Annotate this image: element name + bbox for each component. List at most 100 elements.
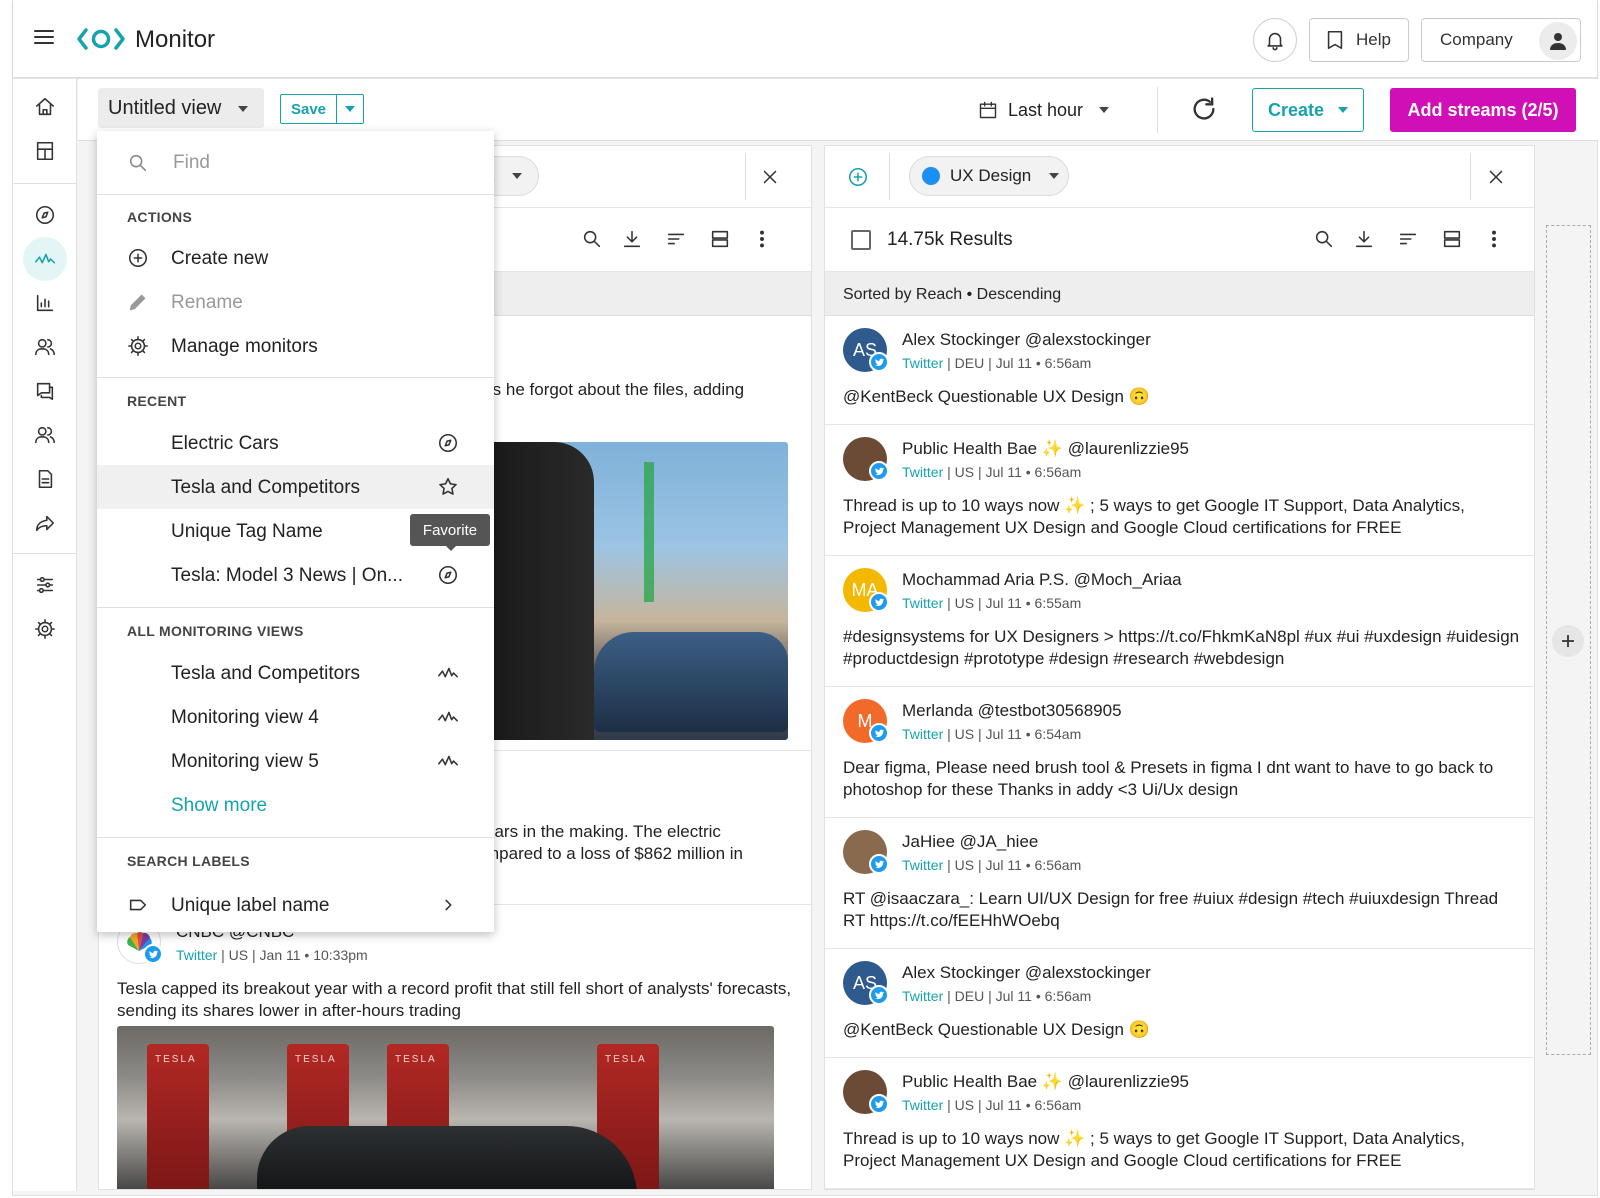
nav-settings[interactable]	[23, 607, 67, 651]
post-text-fragment: ears in the making. The electric mpared t…	[485, 822, 743, 863]
chevron-down-icon	[1338, 107, 1349, 113]
nav-filters[interactable]	[23, 563, 67, 607]
gear-icon	[35, 619, 55, 639]
monitor-wave-icon	[438, 711, 458, 722]
download-button[interactable]	[621, 228, 643, 250]
menu-item-create-new[interactable]: Create new	[97, 236, 494, 280]
close-column-button[interactable]	[759, 166, 781, 188]
nav-monitor[interactable]	[23, 237, 67, 281]
time-range-dropdown[interactable]: Last hour	[978, 95, 1110, 125]
download-icon	[623, 230, 641, 248]
more-options-button[interactable]	[1483, 228, 1505, 250]
monitor-wave-icon	[35, 253, 55, 264]
close-column-button[interactable]	[1485, 166, 1507, 188]
refresh-button[interactable]	[1190, 95, 1218, 123]
post-card[interactable]: AS Alex Stockinger @alexstockinger Twitter…	[825, 316, 1534, 425]
results-count: 14.75k Results	[887, 229, 1013, 250]
add-streams-button[interactable]: Add streams (2/5)	[1390, 88, 1576, 132]
find-input[interactable]: Find	[97, 131, 494, 195]
sort-button[interactable]	[1397, 228, 1419, 250]
post-image	[494, 442, 788, 740]
monitor-logo-icon	[77, 26, 125, 52]
nav-engage[interactable]	[23, 369, 67, 413]
plus-circle-icon	[128, 248, 148, 268]
section-header-recent: RECENT	[127, 393, 187, 409]
add-column-button[interactable]	[1552, 625, 1584, 657]
company-menu-button[interactable]: Company	[1421, 18, 1581, 62]
nav-analytics[interactable]	[23, 281, 67, 325]
layout-button[interactable]	[1441, 228, 1463, 250]
section-header-actions: ACTIONS	[127, 209, 193, 225]
close-icon	[1489, 170, 1503, 184]
more-options-button[interactable]	[751, 228, 773, 250]
menu-item-manage-monitors[interactable]: Manage monitors	[97, 324, 494, 368]
layout-rows-icon	[1443, 230, 1461, 248]
time-range-label: Last hour	[1008, 99, 1084, 120]
sort-icon	[667, 233, 685, 245]
app-name: Monitor	[135, 26, 216, 53]
refresh-icon	[1193, 97, 1215, 120]
menu-item-label: Tesla and Competitors	[171, 477, 361, 498]
nav-dashboards[interactable]	[23, 129, 67, 173]
nav-publish[interactable]	[23, 501, 67, 545]
post-meta: Twitter | US | Jul 11 • 6:56am	[902, 464, 1082, 480]
hamburger-menu-icon[interactable]	[33, 28, 55, 46]
find-placeholder: Find	[173, 151, 210, 173]
menu-item-recent[interactable]: Electric Cars	[97, 421, 494, 465]
search-button[interactable]	[581, 228, 603, 250]
tag-color-dot	[922, 167, 940, 185]
layout-button[interactable]	[709, 228, 731, 250]
menu-item-rename[interactable]: Rename	[97, 280, 494, 324]
nav-audience[interactable]	[23, 325, 67, 369]
view-title: Untitled view	[108, 96, 222, 119]
nav-reports[interactable]	[23, 457, 67, 501]
compass-icon	[438, 565, 458, 585]
post-card[interactable]: JaHiee @JA_hiee Twitter | US | Jul 11 • 6…	[825, 818, 1534, 949]
sort-button[interactable]	[665, 228, 687, 250]
menu-item-recent[interactable]: Tesla and Competitors	[97, 465, 494, 509]
show-more-link[interactable]: Show more	[171, 795, 267, 817]
left-nav	[13, 79, 77, 1191]
nav-explore[interactable]	[23, 193, 67, 237]
post-author: Merlanda @testbot30568905	[902, 701, 1122, 720]
post-text: Thread is up to 10 ways now ✨ ; 5 ways t…	[843, 1129, 1465, 1170]
menu-item-recent[interactable]: Tesla: Model 3 News | On...	[97, 553, 494, 597]
column-tag-pill[interactable]: UX Design	[909, 156, 1069, 196]
menu-item-monitoring-view[interactable]: Tesla and Competitors	[97, 651, 494, 695]
compass-icon	[438, 433, 458, 453]
star-icon[interactable]	[437, 476, 459, 498]
stream-column-2: UX Design 14.75k Results Sorted by Reach…	[824, 145, 1535, 1190]
save-options-button[interactable]	[337, 95, 363, 123]
menu-item-label: Create new	[171, 248, 269, 269]
view-title-dropdown[interactable]: Untitled view	[98, 88, 264, 128]
create-button[interactable]: Create	[1252, 88, 1364, 132]
search-button[interactable]	[1313, 228, 1335, 250]
search-icon	[1315, 230, 1333, 248]
add-search-button[interactable]	[847, 166, 869, 188]
document-icon	[38, 469, 53, 489]
select-all-checkbox[interactable]	[851, 230, 871, 250]
save-button[interactable]: Save	[281, 95, 337, 123]
post-card[interactable]: MA Mochammad Aria P.S. @Moch_Ariaa Twitter…	[825, 556, 1534, 687]
nav-influencers[interactable]	[23, 413, 67, 457]
post-author: Public Health Bae ✨ @laurenlizzie95	[902, 1072, 1189, 1091]
post-card[interactable]: M Merlanda @testbot30568905 Twitter | US |…	[825, 687, 1534, 818]
menu-item-monitoring-view[interactable]: Monitoring view 4	[97, 695, 494, 739]
label-icon	[129, 899, 147, 911]
post-card[interactable]: Public Health Bae ✨ @laurenlizzie95 Twitt…	[825, 1058, 1534, 1189]
notifications-button[interactable]	[1253, 18, 1297, 62]
menu-item-monitoring-view[interactable]: Monitoring view 5	[97, 739, 494, 783]
post-card[interactable]: AS Alex Stockinger @alexstockinger Twitter…	[825, 949, 1534, 1058]
plus-circle-icon	[848, 167, 868, 187]
nav-home[interactable]	[23, 85, 67, 129]
post-card[interactable]: Public Health Bae ✨ @laurenlizzie95 Twitt…	[825, 425, 1534, 556]
help-button[interactable]: Help	[1309, 18, 1409, 62]
post-meta: Twitter | US | Jul 11 • 6:56am	[902, 857, 1082, 873]
menu-item-label-entry[interactable]: Unique label name	[97, 883, 494, 927]
post-author: JaHiee @JA_hiee	[902, 832, 1039, 851]
chat-icon	[36, 382, 54, 401]
twitter-icon	[869, 592, 889, 612]
download-button[interactable]	[1353, 228, 1375, 250]
share-arrow-icon	[35, 515, 55, 532]
sliders-icon	[36, 576, 54, 594]
